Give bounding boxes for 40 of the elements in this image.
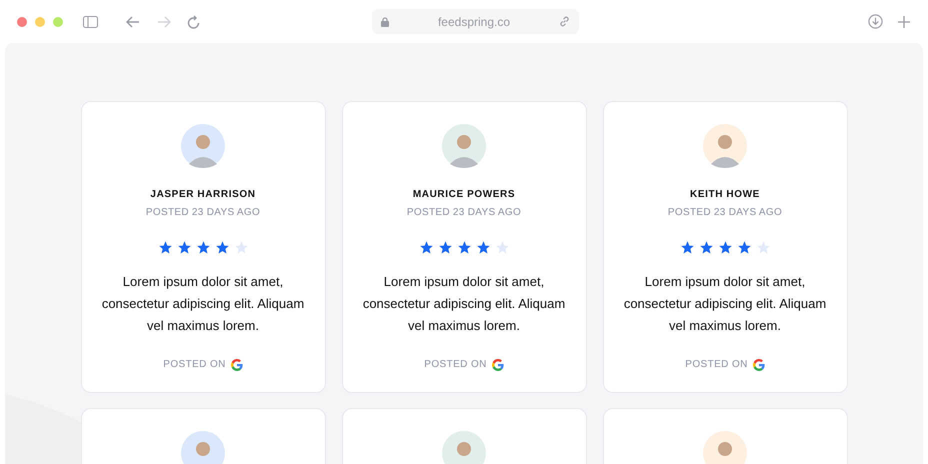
review-text: Lorem ipsum dolor sit amet, consectetur adipiscing elit. Aliquam vel maximus lorem. (100, 273, 306, 335)
star-icon (756, 240, 770, 255)
star-icon (234, 240, 248, 255)
star-icon (698, 240, 714, 255)
star-icon (196, 240, 210, 255)
google-g-icon (492, 358, 504, 370)
posted-date: POSTED 23 DAYS AGO (668, 206, 782, 220)
posted-date: POSTED 23 DAYS AGO (406, 206, 522, 220)
star-icon (456, 240, 472, 255)
star-icon (476, 240, 490, 255)
star-icon (736, 240, 752, 255)
url-text: feedspring.co (436, 14, 512, 30)
star-icon (680, 240, 694, 255)
google-g-icon (752, 358, 765, 370)
star-icon (718, 240, 732, 255)
reviewer-name: KEITH HOWE (690, 188, 760, 202)
reload-icon[interactable] (187, 14, 200, 28)
back-arrow-icon[interactable] (126, 16, 140, 28)
star-icon (214, 240, 230, 255)
download-icon[interactable] (868, 14, 883, 29)
star-icon (494, 240, 510, 255)
sidebar-icon[interactable] (83, 16, 98, 28)
review-text: Lorem ipsum dolor sit amet, consectetur adipiscing elit. Aliquam vel maximus lorem. (622, 273, 828, 335)
posted-date: POSTED 23 DAYS AGO (146, 206, 260, 220)
new-tab-icon[interactable] (898, 16, 910, 28)
source-label: POSTED ON (424, 358, 487, 372)
forward-arrow-icon[interactable] (157, 16, 171, 28)
review-text: Lorem ipsum dolor sit amet, consectetur adipiscing elit. Aliquam vel maximus lorem. (362, 273, 566, 335)
link-icon[interactable] (559, 16, 570, 27)
reviewer-name: MAURICE POWERS (412, 188, 516, 202)
address-bar[interactable]: feedspring.co (372, 9, 579, 34)
star-icon (176, 240, 192, 255)
star-icon (438, 240, 452, 255)
source-label: POSTED ON (163, 358, 226, 372)
star-icon (418, 240, 434, 255)
star-icon (158, 240, 172, 255)
google-g-icon (230, 358, 243, 370)
source-label: POSTED ON (685, 358, 748, 372)
reviewer-name: JASPER HARRISON (150, 188, 256, 202)
lock-icon (381, 16, 389, 26)
